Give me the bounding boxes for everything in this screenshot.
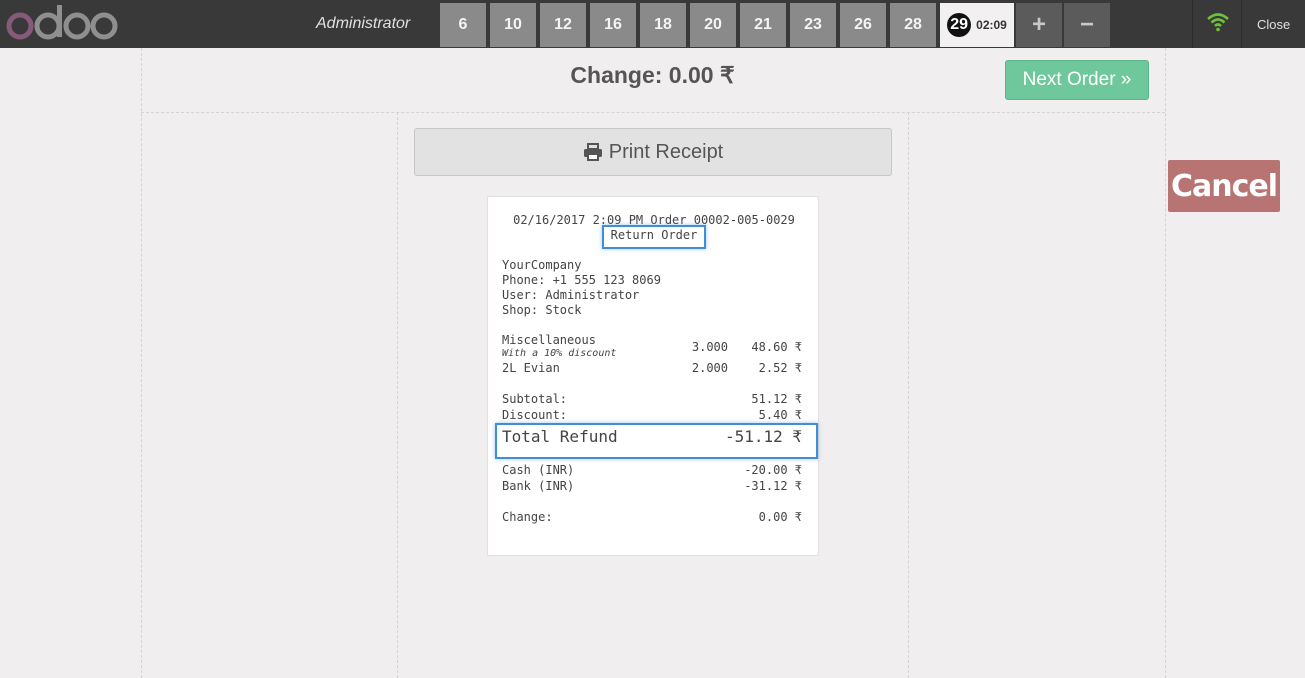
receipt-line-qty: 3.000 xyxy=(691,340,728,354)
layout-divider xyxy=(1165,48,1166,678)
receipt-user: User: Administrator xyxy=(502,288,640,302)
selected-order-time: 02:09 xyxy=(976,18,1007,32)
layout-divider xyxy=(397,112,398,678)
receipt-subtotal-value: 51.12 ₹ xyxy=(751,392,802,406)
receipt-line-price: 48.60 ₹ xyxy=(751,340,802,354)
add-order-button[interactable]: + xyxy=(1016,3,1062,47)
printer-icon xyxy=(583,143,602,161)
order-tab-26[interactable]: 26 xyxy=(840,3,886,47)
receipt-line-name: 2L Evian xyxy=(502,361,560,375)
receipt-line-note: With a 10% discount xyxy=(502,348,617,359)
order-tab-16[interactable]: 16 xyxy=(590,3,636,47)
cancel-button[interactable]: Cancel xyxy=(1168,160,1280,212)
header-separator xyxy=(1192,0,1193,48)
receipt-discount-value: 5.40 ₹ xyxy=(758,408,802,422)
order-tab-10[interactable]: 10 xyxy=(490,3,536,47)
highlight-box xyxy=(495,423,818,459)
receipt-payment-value: -20.00 ₹ xyxy=(744,463,802,477)
selected-order-number: 29 xyxy=(947,13,972,37)
print-receipt-label: Print Receipt xyxy=(608,140,724,163)
order-tab-6[interactable]: 6 xyxy=(440,3,486,47)
highlight-box xyxy=(602,225,706,249)
receipt-line-name: Miscellaneous xyxy=(502,333,596,347)
header-separator xyxy=(1241,0,1242,48)
receipt-line-qty: 2.000 xyxy=(691,361,728,375)
order-tab-28[interactable]: 28 xyxy=(890,3,936,47)
order-tab-23[interactable]: 23 xyxy=(790,3,836,47)
order-tab-18[interactable]: 18 xyxy=(640,3,686,47)
receipt-payment-label: Bank (INR) xyxy=(502,479,575,493)
receipt-subtotal-label: Subtotal: xyxy=(502,392,568,406)
username-label[interactable]: Administrator xyxy=(316,15,410,33)
receipt-company: YourCompany xyxy=(502,258,582,272)
order-tab-12[interactable]: 12 xyxy=(540,3,586,47)
receipt-payment-label: Cash (INR) xyxy=(502,463,575,477)
next-order-button[interactable]: Next Order » xyxy=(1005,60,1149,100)
close-button[interactable]: Close xyxy=(1257,17,1290,32)
layout-divider xyxy=(141,48,142,678)
receipt-change-label: Change: xyxy=(502,510,553,524)
receipt-shop: Shop: Stock xyxy=(502,303,582,317)
order-tab-21[interactable]: 21 xyxy=(740,3,786,47)
order-tab-29-selected[interactable]: 29 02:09 xyxy=(940,3,1014,47)
layout-divider xyxy=(908,112,909,678)
remove-order-button[interactable]: − xyxy=(1064,3,1110,47)
print-receipt-button[interactable]: Print Receipt xyxy=(414,128,892,176)
order-tab-20[interactable]: 20 xyxy=(690,3,736,47)
wifi-icon[interactable] xyxy=(1206,12,1230,32)
odoo-logo xyxy=(6,5,118,40)
layout-divider xyxy=(141,112,1165,113)
receipt: 02/16/2017 2:09 PM Order 00002-005-0029 … xyxy=(487,196,819,556)
receipt-line-price: 2.52 ₹ xyxy=(758,361,802,375)
receipt-payment-value: -31.12 ₹ xyxy=(744,479,802,493)
receipt-discount-label: Discount: xyxy=(502,408,568,422)
receipt-phone: Phone: +1 555 123 8069 xyxy=(502,273,661,287)
receipt-change-value: 0.00 ₹ xyxy=(758,510,802,524)
top-bar: Administrator 6 10 12 16 18 20 21 23 26 … xyxy=(0,0,1305,48)
